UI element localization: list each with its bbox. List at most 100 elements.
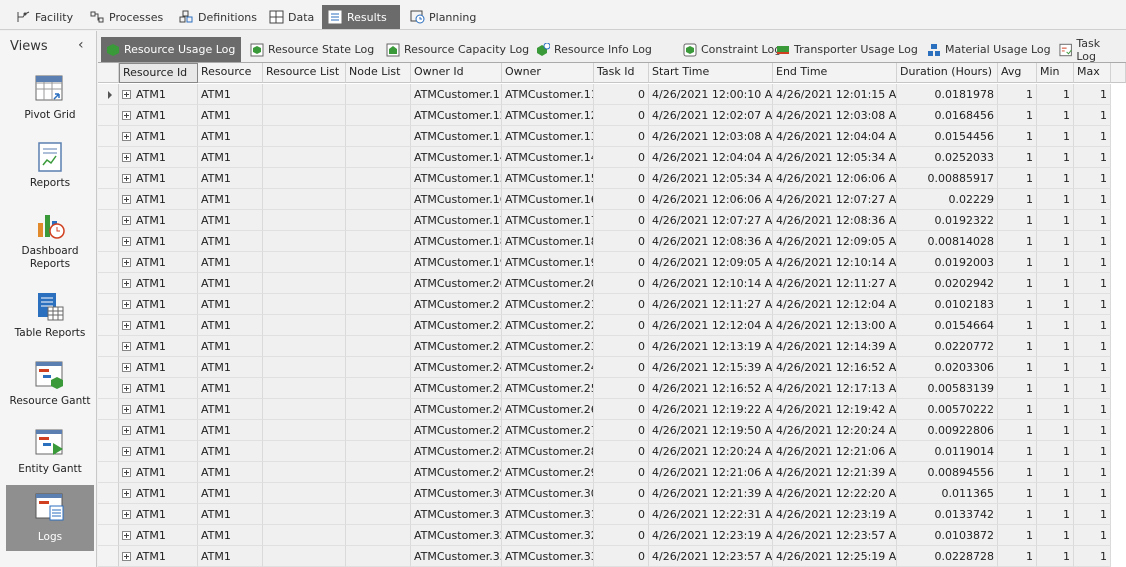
table-cell[interactable]: 1 [1037, 84, 1074, 105]
table-cell[interactable]: 1 [1074, 546, 1111, 567]
row-indicator[interactable] [98, 462, 119, 483]
table-cell[interactable]: 1 [1037, 105, 1074, 126]
expand-plus-icon[interactable] [122, 111, 131, 120]
table-cell[interactable]: 0 [594, 252, 649, 273]
table-cell[interactable]: ATMCustomer.29 [411, 462, 502, 483]
table-cell[interactable] [263, 546, 346, 567]
table-cell[interactable]: 4/26/2021 12:16:52 AM [649, 378, 773, 399]
table-cell[interactable]: ATMCustomer.25 [502, 378, 594, 399]
table-cell[interactable]: ATM1 [119, 210, 198, 231]
table-cell[interactable]: ATM1 [198, 357, 263, 378]
table-cell[interactable]: 4/26/2021 12:21:39 AM [649, 483, 773, 504]
table-cell[interactable]: ATMCustomer.21 [502, 294, 594, 315]
table-cell[interactable]: 1 [998, 210, 1037, 231]
table-cell[interactable]: 4/26/2021 12:09:05 AM [649, 252, 773, 273]
table-cell[interactable]: ATM1 [119, 420, 198, 441]
table-cell[interactable]: ATM1 [198, 399, 263, 420]
table-cell[interactable]: 1 [1074, 210, 1111, 231]
table-cell[interactable]: ATM1 [119, 252, 198, 273]
table-cell[interactable] [346, 84, 411, 105]
table-cell[interactable]: 1 [998, 462, 1037, 483]
table-cell[interactable]: 1 [1074, 504, 1111, 525]
table-cell[interactable]: ATM1 [119, 483, 198, 504]
table-cell[interactable]: ATM1 [119, 147, 198, 168]
sidebar-item-table-reports[interactable]: Table Reports [6, 285, 94, 349]
table-cell[interactable]: 1 [1074, 147, 1111, 168]
column-header[interactable]: Owner Id [411, 63, 502, 83]
table-cell[interactable] [263, 294, 346, 315]
table-cell[interactable]: ATM1 [119, 378, 198, 399]
table-row[interactable]: ATM1 ATM1 ATMCustomer.11 ATMCustomer.11 0 4/2… [98, 84, 1126, 105]
table-cell[interactable]: 0 [594, 315, 649, 336]
table-cell[interactable]: ATMCustomer.16 [502, 189, 594, 210]
table-cell[interactable]: ATM1 [119, 294, 198, 315]
table-cell[interactable]: 4/26/2021 12:09:05 AM [773, 231, 897, 252]
table-cell[interactable]: 1 [1037, 210, 1074, 231]
table-cell[interactable]: ATMCustomer.11 [502, 84, 594, 105]
table-cell[interactable]: 0.0154664 [897, 315, 998, 336]
table-cell[interactable]: ATM1 [119, 357, 198, 378]
tab-resource-state-log[interactable]: Resource State Log [245, 37, 379, 62]
table-cell[interactable]: ATMCustomer.19 [411, 252, 502, 273]
table-cell[interactable]: 0 [594, 546, 649, 567]
table-cell[interactable]: 0 [594, 483, 649, 504]
table-cell[interactable]: ATMCustomer.32 [411, 525, 502, 546]
table-cell[interactable]: 1 [998, 378, 1037, 399]
column-header[interactable]: Resource Id [119, 63, 198, 83]
table-cell[interactable]: 0 [594, 294, 649, 315]
table-cell[interactable]: 0.0192003 [897, 252, 998, 273]
sidebar-item-entity-gantt[interactable]: Entity Gantt [6, 421, 94, 485]
table-cell[interactable]: 0.0252033 [897, 147, 998, 168]
table-cell[interactable]: 0.0192322 [897, 210, 998, 231]
table-cell[interactable]: 4/26/2021 12:23:57 AM [773, 525, 897, 546]
table-cell[interactable]: 1 [1037, 189, 1074, 210]
table-cell[interactable]: 1 [1037, 315, 1074, 336]
row-indicator[interactable] [98, 378, 119, 399]
table-cell[interactable]: 0.0228728 [897, 546, 998, 567]
table-cell[interactable]: 0 [594, 504, 649, 525]
table-cell[interactable]: 4/26/2021 12:11:27 AM [773, 273, 897, 294]
table-cell[interactable]: 4/26/2021 12:21:06 AM [649, 462, 773, 483]
table-cell[interactable]: 1 [1074, 252, 1111, 273]
table-cell[interactable]: 1 [1037, 420, 1074, 441]
tab-resource-capacity-log[interactable]: Resource Capacity Log [381, 37, 534, 62]
table-cell[interactable]: ATMCustomer.18 [502, 231, 594, 252]
table-cell[interactable]: ATM1 [119, 84, 198, 105]
expand-plus-icon[interactable] [122, 510, 131, 519]
table-cell[interactable]: 0 [594, 210, 649, 231]
table-cell[interactable]: 1 [998, 483, 1037, 504]
table-cell[interactable]: ATMCustomer.20 [411, 273, 502, 294]
table-cell[interactable] [263, 273, 346, 294]
expand-plus-icon[interactable] [122, 132, 131, 141]
table-row[interactable]: ATM1 ATM1 ATMCustomer.32 ATMCustomer.32 0 4/2… [98, 525, 1126, 546]
table-cell[interactable] [263, 504, 346, 525]
table-cell[interactable]: ATM1 [198, 315, 263, 336]
table-cell[interactable]: 1 [1074, 126, 1111, 147]
row-indicator[interactable] [98, 273, 119, 294]
table-cell[interactable]: 4/26/2021 12:03:08 AM [773, 105, 897, 126]
table-cell[interactable]: ATMCustomer.17 [502, 210, 594, 231]
table-cell[interactable]: ATM1 [198, 462, 263, 483]
row-indicator[interactable] [98, 189, 119, 210]
table-cell[interactable] [263, 399, 346, 420]
table-cell[interactable]: 4/26/2021 12:04:04 AM [773, 126, 897, 147]
table-cell[interactable]: 1 [1037, 378, 1074, 399]
table-cell[interactable] [346, 357, 411, 378]
table-cell[interactable]: ATMCustomer.21 [411, 294, 502, 315]
table-row[interactable]: ATM1 ATM1 ATMCustomer.33 ATMCustomer.33 0 4/2… [98, 546, 1126, 567]
table-cell[interactable]: ATMCustomer.13 [411, 126, 502, 147]
expand-plus-icon[interactable] [122, 447, 131, 456]
table-cell[interactable]: ATM1 [198, 441, 263, 462]
table-cell[interactable]: ATMCustomer.11 [411, 84, 502, 105]
table-cell[interactable]: ATM1 [119, 189, 198, 210]
table-cell[interactable]: 1 [1074, 84, 1111, 105]
table-cell[interactable]: 1 [998, 189, 1037, 210]
table-cell[interactable]: 0 [594, 84, 649, 105]
table-cell[interactable]: 0.0102183 [897, 294, 998, 315]
table-cell[interactable]: ATM1 [198, 84, 263, 105]
column-header[interactable]: Min [1037, 63, 1074, 83]
table-cell[interactable]: 4/26/2021 12:08:36 AM [649, 231, 773, 252]
table-cell[interactable]: 1 [1037, 273, 1074, 294]
table-cell[interactable]: 4/26/2021 12:03:08 AM [649, 126, 773, 147]
column-header[interactable]: Task Id [594, 63, 649, 83]
